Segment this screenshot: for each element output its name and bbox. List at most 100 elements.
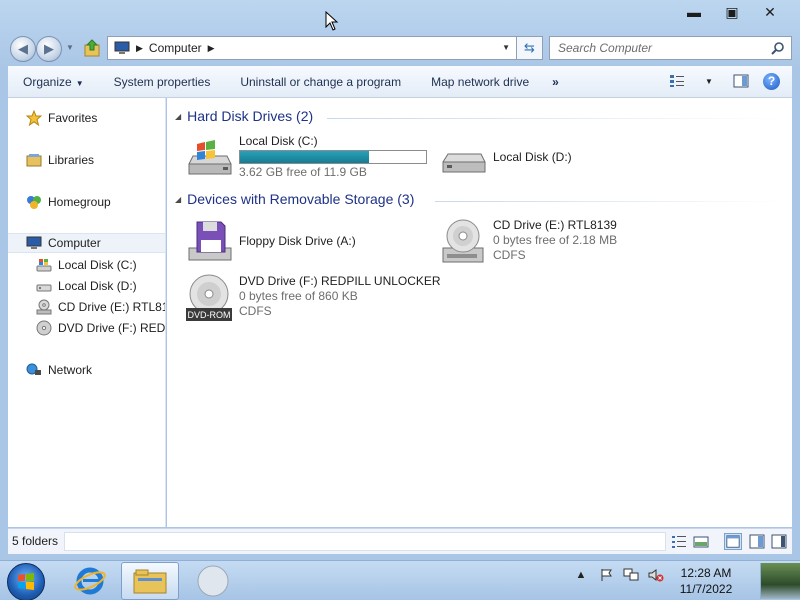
floppy-drive-icon <box>188 221 232 261</box>
sidebar-item-libraries[interactable]: Libraries <box>26 150 94 170</box>
uninstall-program-button[interactable]: Uninstall or change a program <box>225 75 416 89</box>
sidebar-item-cd-drive-e[interactable]: CD Drive (E:) RTL8139 <box>36 297 165 317</box>
breadcrumb-separator-icon[interactable]: ▶ <box>136 43 143 54</box>
internet-explorer-icon <box>74 567 106 595</box>
homegroup-icon <box>27 196 41 209</box>
drive-local-disk-d[interactable]: Local Disk (D:) <box>439 142 572 190</box>
preview-pane-button[interactable] <box>731 72 751 90</box>
sidebar-item-network[interactable]: Network <box>26 360 92 380</box>
sidebar-item-local-disk-c[interactable]: Local Disk (C:) <box>36 255 137 275</box>
pane-view-icon[interactable] <box>770 533 788 550</box>
collapse-triangle-icon[interactable]: ◢ <box>175 112 181 121</box>
navigation-pane: Favorites Libraries Homegroup Computer L… <box>8 98 166 527</box>
forward-button[interactable]: ▶ <box>36 36 62 62</box>
network-tray-icon[interactable] <box>623 567 639 583</box>
taskbar-media-player[interactable] <box>184 562 242 600</box>
drive-info: CD Drive (E:) RTL8139 0 bytes free of 2.… <box>493 218 617 266</box>
organize-label: Organize <box>23 74 72 89</box>
status-details-box <box>64 532 666 551</box>
refresh-button[interactable]: ⇆ <box>517 36 543 60</box>
details-view-icon[interactable] <box>670 533 688 550</box>
sidebar-item-dvd-drive-f[interactable]: DVD Drive (F:) REDPILL UNLOCKER <box>36 318 166 338</box>
map-network-drive-button[interactable]: Map network drive <box>416 75 544 89</box>
drive-name: Local Disk (D:) <box>493 150 572 164</box>
up-folder-icon[interactable] <box>84 39 100 57</box>
sidebar-item-homegroup[interactable]: Homegroup <box>26 192 111 212</box>
sidebar-item-label: DVD Drive (F:) REDPILL UNLOCKER <box>58 321 166 335</box>
status-bar: 5 folders <box>8 528 792 554</box>
preview-pane-icon <box>733 74 749 88</box>
view-options-dropdown[interactable]: ▼ <box>699 72 719 90</box>
sidebar-item-label: Local Disk (D:) <box>58 279 137 293</box>
drive-info: DVD Drive (F:) REDPILL UNLOCKER 0 bytes … <box>239 274 441 322</box>
drive-usage-bar <box>239 150 427 164</box>
drive-free-space: 0 bytes free of 2.18 MB <box>493 233 618 247</box>
more-commands-button[interactable]: » <box>544 75 567 89</box>
windows-drive-icon <box>188 140 232 175</box>
change-view-button[interactable] <box>667 72 687 90</box>
network-status-icon <box>623 568 639 581</box>
group-title: Devices with Removable Storage (3) <box>187 191 415 207</box>
back-button[interactable]: ◀ <box>10 36 36 62</box>
search-icon[interactable] <box>771 41 785 55</box>
breadcrumb-computer[interactable]: Computer <box>149 41 202 55</box>
group-header-hard-disk-drives[interactable]: ◢ Hard Disk Drives (2) <box>175 108 313 124</box>
view-tools: ▼ ? <box>667 72 780 90</box>
sidebar-item-label: CD Drive (E:) RTL8139 <box>58 300 165 314</box>
sidebar-item-label: Favorites <box>48 111 98 125</box>
computer-icon <box>26 236 42 249</box>
cd-drive-icon <box>36 299 52 315</box>
drive-usage-fill <box>240 151 370 163</box>
sidebar-item-label: Homegroup <box>48 195 111 209</box>
recent-pages-dropdown-icon[interactable]: ▼ <box>66 43 74 52</box>
sidebar-item-favorites[interactable]: Favorites <box>26 108 97 128</box>
dvd-rom-icon: DVD-ROM <box>186 274 232 321</box>
address-bar[interactable]: ▶ Computer ▶ ▼ <box>107 36 517 60</box>
group-divider <box>435 201 782 202</box>
search-box[interactable] <box>549 36 792 60</box>
details-view-icon <box>670 75 684 87</box>
taskbar-internet-explorer[interactable] <box>61 562 119 600</box>
dvd-rom-badge: DVD-ROM <box>188 310 231 320</box>
cd-drive-icon <box>442 219 484 263</box>
dvd-drive-icon <box>36 320 52 336</box>
drive-cd-e[interactable]: CD Drive (E:) RTL8139 0 bytes free of 2.… <box>439 218 617 266</box>
address-dropdown-icon[interactable]: ▼ <box>502 43 510 52</box>
group-header-removable-storage[interactable]: ◢ Devices with Removable Storage (3) <box>175 191 414 207</box>
drive-file-system: CDFS <box>239 304 272 318</box>
maximize-button[interactable]: ▣ <box>720 4 744 20</box>
sidebar-item-local-disk-d[interactable]: Local Disk (D:) <box>36 276 137 296</box>
minimize-button[interactable]: ▬ <box>682 4 706 20</box>
hard-drive-icon <box>442 153 486 173</box>
layout-view-icon[interactable] <box>724 533 742 550</box>
taskbar-clock[interactable]: 12:28 AM 11/7/2022 <box>674 565 738 597</box>
breadcrumb-separator-icon[interactable]: ▶ <box>208 43 215 54</box>
collapse-triangle-icon[interactable]: ◢ <box>175 195 181 204</box>
sidebar-item-label: Computer <box>48 236 101 250</box>
libraries-icon <box>26 154 42 167</box>
organize-menu[interactable]: Organize ▼ <box>8 75 99 89</box>
drive-floppy-a[interactable]: Floppy Disk Drive (A:) <box>185 218 356 266</box>
drive-dvd-f[interactable]: DVD-ROM DVD Drive (F:) REDPILL UNLOCKER … <box>185 274 441 322</box>
show-desktop-button[interactable] <box>760 563 800 599</box>
split-view-icon[interactable] <box>748 533 766 550</box>
search-input[interactable] <box>550 37 750 59</box>
drive-name: Floppy Disk Drive (A:) <box>239 234 356 248</box>
show-hidden-icons-button[interactable]: ▲ <box>573 567 589 583</box>
system-properties-button[interactable]: System properties <box>99 75 226 89</box>
drive-local-disk-c[interactable]: Local Disk (C:) 3.62 GB free of 11.9 GB <box>185 134 427 182</box>
action-center-flag-icon[interactable] <box>598 567 614 583</box>
windows-logo-icon <box>18 573 34 590</box>
help-button[interactable]: ? <box>763 72 780 90</box>
preview-view-icon[interactable] <box>692 533 710 550</box>
computer-icon <box>114 41 130 54</box>
sidebar-item-computer[interactable]: Computer <box>8 233 165 253</box>
caption-buttons: ▬ ▣ ✕ <box>682 4 782 20</box>
close-button[interactable]: ✕ <box>758 4 782 20</box>
volume-muted-icon[interactable] <box>648 567 664 583</box>
speaker-muted-icon <box>648 569 664 582</box>
help-icon: ? <box>767 73 776 88</box>
taskbar-windows-explorer[interactable] <box>121 562 179 600</box>
start-button[interactable] <box>7 563 45 600</box>
network-icon <box>26 363 41 375</box>
